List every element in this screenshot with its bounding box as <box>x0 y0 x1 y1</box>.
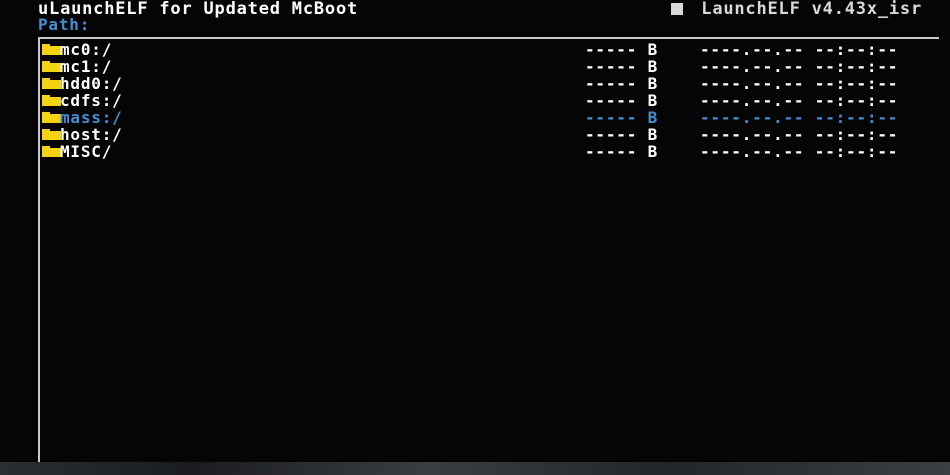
file-name: cdfs:/ <box>60 91 123 110</box>
folder-icon <box>42 146 61 157</box>
file-name: host:/ <box>60 125 123 144</box>
file-date: ----.--.-- --:--:-- <box>700 74 899 93</box>
folder-icon <box>42 95 61 106</box>
file-row-mass[interactable]: mass:/ ----- B ----.--.-- --:--:-- <box>40 109 920 126</box>
file-size: ----- B <box>585 108 659 127</box>
folder-icon <box>42 112 61 123</box>
file-size: ----- B <box>585 91 659 110</box>
title-bar: uLaunchELF for Updated McBoot LaunchELF … <box>0 0 950 20</box>
folder-icon <box>42 61 61 72</box>
file-size: ----- B <box>585 40 659 59</box>
file-name: mc0:/ <box>60 40 113 59</box>
file-size: ----- B <box>585 125 659 144</box>
path-label: Path: <box>38 15 91 34</box>
file-date: ----.--.-- --:--:-- <box>700 108 899 127</box>
file-name: mass:/ <box>60 108 123 127</box>
file-size: ----- B <box>585 74 659 93</box>
elf-browser-screen: uLaunchELF for Updated McBoot LaunchELF … <box>0 0 950 475</box>
version-label: LaunchELF v4.43x_isr <box>701 0 922 19</box>
video-noise-strip <box>0 462 950 475</box>
file-date: ----.--.-- --:--:-- <box>700 40 899 59</box>
file-row-host[interactable]: host:/ ----- B ----.--.-- --:--:-- <box>40 126 920 143</box>
file-row-misc[interactable]: MISC/ ----- B ----.--.-- --:--:-- <box>40 143 920 160</box>
file-name: hdd0:/ <box>60 74 123 93</box>
file-size: ----- B <box>585 57 659 76</box>
file-row-mc0[interactable]: mc0:/ ----- B ----.--.-- --:--:-- <box>40 41 920 58</box>
file-list: mc0:/ ----- B ----.--.-- --:--:-- mc1:/ … <box>40 41 920 160</box>
file-date: ----.--.-- --:--:-- <box>700 125 899 144</box>
file-row-cdfs[interactable]: cdfs:/ ----- B ----.--.-- --:--:-- <box>40 92 920 109</box>
file-date: ----.--.-- --:--:-- <box>700 57 899 76</box>
file-row-mc1[interactable]: mc1:/ ----- B ----.--.-- --:--:-- <box>40 58 920 75</box>
status-square-icon <box>671 3 684 15</box>
file-size: ----- B <box>585 142 659 161</box>
file-name: MISC/ <box>60 142 113 161</box>
file-row-hdd0[interactable]: hdd0:/ ----- B ----.--.-- --:--:-- <box>40 75 920 92</box>
folder-icon <box>42 78 61 89</box>
file-date: ----.--.-- --:--:-- <box>700 142 899 161</box>
folder-icon <box>42 44 61 55</box>
version-area: LaunchELF v4.43x_isr <box>671 0 922 19</box>
file-date: ----.--.-- --:--:-- <box>700 91 899 110</box>
file-name: mc1:/ <box>60 57 113 76</box>
folder-icon <box>42 129 61 140</box>
